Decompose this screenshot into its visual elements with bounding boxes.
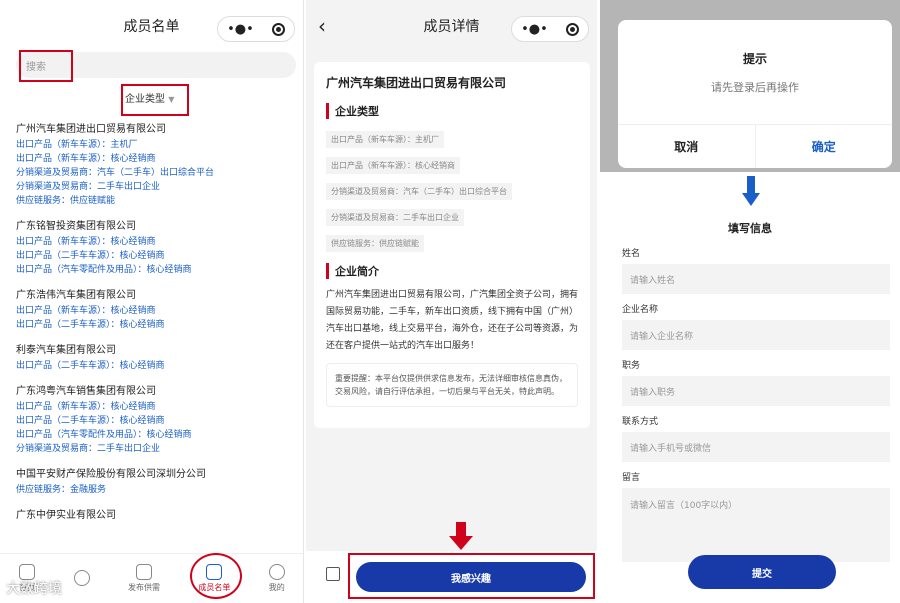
field-label: 留言 bbox=[622, 473, 641, 483]
back-icon[interactable]: ‹ bbox=[318, 14, 326, 38]
name-field[interactable]: 请输入姓名 bbox=[622, 264, 890, 294]
company-tag: 分销渠道及贸易商：二手车出口企业 bbox=[16, 182, 161, 192]
company-tag: 出口产品（新车车源）：核心经销商 bbox=[16, 402, 156, 412]
list-item[interactable]: 广东铭智投资集团有限公司 出口产品（新车车源）：核心经销商 出口产品（二手车车源… bbox=[16, 217, 296, 277]
company-list: 广州汽车集团进出口贸易有限公司 出口产品（新车车源）：主机厂 出口产品（新车车源… bbox=[16, 120, 296, 530]
login-and-form-screen: 提示 请先登录后再操作 取消 确定 填写信息 姓名 请输入姓名 企业名称 请输入… bbox=[600, 0, 900, 603]
form-title: 填写信息 bbox=[728, 222, 772, 235]
dialog-message: 请先登录后再操作 bbox=[711, 81, 799, 94]
message-textarea[interactable]: 请输入留言（100字以内） bbox=[622, 488, 890, 562]
login-prompt-dialog: 提示 请先登录后再操作 取消 确定 bbox=[618, 20, 892, 168]
type-chip: 出口产品（新车车源）：主机厂 bbox=[326, 131, 444, 148]
type-chip: 供应链服务：供应链赋能 bbox=[326, 235, 424, 252]
highlight-box-interest bbox=[348, 553, 595, 599]
more-icon[interactable]: •●• bbox=[521, 22, 548, 37]
list-item[interactable]: 中国平安财产保险股份有限公司深圳分公司 供应链服务：金融服务 bbox=[16, 465, 296, 497]
company-tag: 出口产品（新车车源）：核心经销商 bbox=[16, 237, 156, 247]
tab-profile[interactable]: 我的 bbox=[268, 564, 285, 593]
list-item[interactable]: 广东中伊实业有限公司 bbox=[16, 506, 296, 521]
close-target-icon[interactable] bbox=[565, 22, 579, 36]
member-detail-screen: ‹ 成员详情 •●• 广州汽车集团进出口贸易有限公司 企业类型 出口产品（新车车… bbox=[306, 0, 597, 603]
user-icon bbox=[268, 564, 285, 580]
cancel-button[interactable]: 取消 bbox=[618, 125, 756, 168]
close-target-icon[interactable] bbox=[271, 22, 285, 36]
grid-icon bbox=[135, 564, 152, 580]
list-item[interactable]: 广东浩伟汽车集团有限公司 出口产品（新车车源）：核心经销商 出口产品（二手车车源… bbox=[16, 286, 296, 332]
disclaimer-notice: 重要提醒：本平台仅提供供求信息发布，无法详细审核信息真伪，交易风险，请自行评估承… bbox=[326, 363, 578, 407]
list-item[interactable]: 广东鸿粤汽车销售集团有限公司 出口产品（新车车源）：核心经销商 出口产品（二手车… bbox=[16, 382, 296, 456]
company-name: 利泰汽车集团有限公司 bbox=[16, 345, 116, 356]
list-item[interactable]: 利泰汽车集团有限公司 出口产品（二手车车源）：核心经销商 bbox=[16, 341, 296, 373]
company-tag: 出口产品（新车车源）：核心经销商 bbox=[16, 306, 156, 316]
type-chip: 分销渠道及贸易商：汽车（二手车）出口综合平台 bbox=[326, 183, 512, 200]
company-tag: 出口产品（二手车车源）：核心经销商 bbox=[16, 251, 165, 261]
dialog-buttons: 取消 确定 bbox=[618, 124, 892, 168]
tab-globe[interactable] bbox=[73, 569, 90, 588]
member-list-screen: 成员名单 •●• 搜索 企业类型 ▼ 广州汽车集团进出口贸易有限公司 出口产品（… bbox=[0, 0, 304, 603]
section-heading-type: 企业类型 bbox=[326, 103, 578, 119]
company-name-field[interactable]: 请输入企业名称 bbox=[622, 320, 890, 350]
more-icon[interactable]: •●• bbox=[227, 22, 254, 37]
list-item[interactable]: 广州汽车集团进出口贸易有限公司 出口产品（新车车源）：主机厂 出口产品（新车车源… bbox=[16, 120, 296, 208]
section-heading-intro: 企业简介 bbox=[326, 263, 578, 279]
company-name: 广东鸿粤汽车销售集团有限公司 bbox=[16, 386, 156, 397]
type-chip: 分销渠道及贸易商：二手车出口企业 bbox=[326, 209, 464, 226]
highlight-circle-tab bbox=[190, 553, 242, 599]
company-name: 广东浩伟汽车集团有限公司 bbox=[16, 290, 136, 301]
navbar: 成员名单 •●• bbox=[0, 0, 303, 52]
mini-program-capsule[interactable]: •●• bbox=[217, 16, 295, 42]
company-tag: 分销渠道及贸易商：二手车出口企业 bbox=[16, 444, 161, 454]
company-tag: 出口产品（二手车车源）：核心经销商 bbox=[16, 361, 165, 371]
company-name: 广州汽车集团进出口贸易有限公司 bbox=[16, 124, 166, 135]
dialog-title: 提示 bbox=[742, 52, 767, 66]
position-field[interactable]: 请输入职务 bbox=[622, 376, 890, 406]
company-tag: 出口产品（新车车源）：核心经销商 bbox=[16, 154, 156, 164]
field-label: 企业名称 bbox=[622, 305, 659, 315]
company-tag: 出口产品（二手车车源）：核心经销商 bbox=[16, 320, 165, 330]
tab-label: 我的 bbox=[268, 583, 285, 592]
overlay: 提示 请先登录后再操作 取消 确定 bbox=[600, 0, 900, 172]
field-label: 联系方式 bbox=[622, 417, 659, 427]
mini-program-capsule[interactable]: •●• bbox=[511, 16, 589, 42]
company-tag: 出口产品（汽车零配件及用品）：核心经销商 bbox=[16, 265, 192, 275]
watermark: 大数跨境 bbox=[6, 581, 62, 597]
field-label: 职务 bbox=[622, 361, 641, 371]
confirm-button[interactable]: 确定 bbox=[756, 125, 893, 168]
company-tag: 供应链服务：金融服务 bbox=[16, 485, 107, 495]
company-tag: 出口产品（新车车源）：主机厂 bbox=[16, 140, 138, 150]
highlight-box-search bbox=[19, 50, 73, 82]
info-form: 填写信息 姓名 请输入姓名 企业名称 请输入企业名称 职务 请输入职务 联系方式… bbox=[610, 208, 890, 603]
company-intro: 广州汽车集团进出口贸易有限公司，广汽集团全资子公司，拥有国际贸易功能，二手车，新… bbox=[326, 290, 579, 351]
company-name: 广东中伊实业有限公司 bbox=[16, 510, 116, 521]
navbar: ‹ 成员详情 •●• bbox=[306, 0, 597, 52]
globe-icon bbox=[73, 569, 90, 586]
tab-publish[interactable]: 发布供需 bbox=[128, 564, 160, 593]
page-title: 成员名单 bbox=[123, 19, 180, 35]
detail-card: 广州汽车集团进出口贸易有限公司 企业类型 出口产品（新车车源）：主机厂 出口产品… bbox=[314, 62, 590, 428]
down-arrow-blue-icon bbox=[742, 176, 760, 206]
company-tag: 供应链服务：供应链赋能 bbox=[16, 196, 116, 206]
company-title: 广州汽车集团进出口贸易有限公司 bbox=[326, 76, 507, 90]
tab-label: 发布供需 bbox=[127, 583, 160, 592]
company-tag: 出口产品（二手车车源）：核心经销商 bbox=[16, 416, 165, 426]
company-tag: 分销渠道及贸易商：汽车（二手车）出口综合平台 bbox=[16, 168, 215, 178]
down-arrow-red-icon bbox=[449, 522, 473, 550]
company-name: 中国平安财产保险股份有限公司深圳分公司 bbox=[16, 469, 206, 480]
page-title: 成员详情 bbox=[423, 19, 480, 35]
highlight-box-filter bbox=[121, 84, 189, 116]
company-tag: 出口产品（汽车零配件及用品）：核心经销商 bbox=[16, 430, 192, 440]
contact-field[interactable]: 请输入手机号或微信 bbox=[622, 432, 890, 462]
company-name: 广东铭智投资集团有限公司 bbox=[16, 221, 136, 232]
field-label: 姓名 bbox=[622, 249, 641, 259]
type-chip: 出口产品（新车车源）：核心经销商 bbox=[326, 157, 460, 174]
share-icon[interactable] bbox=[326, 567, 340, 581]
submit-button[interactable]: 提交 bbox=[688, 555, 836, 589]
